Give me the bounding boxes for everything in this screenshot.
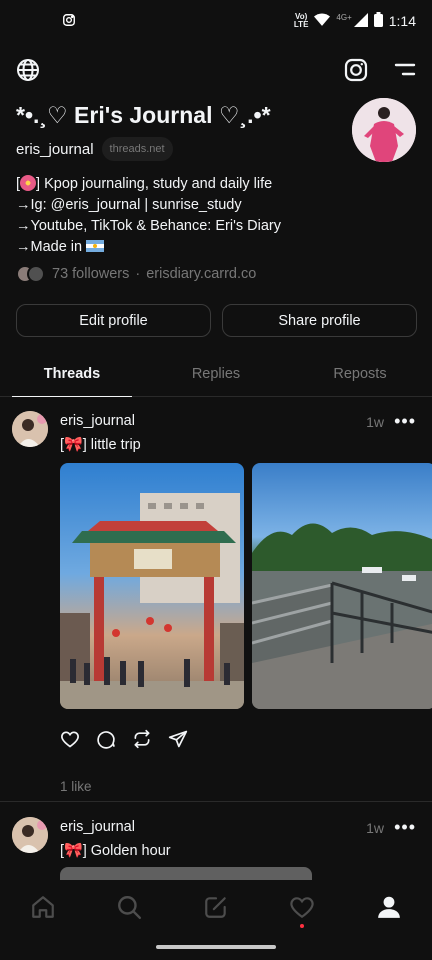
tab-replies[interactable]: Replies <box>144 352 288 396</box>
more-options-button[interactable]: ••• <box>394 817 416 838</box>
compose-icon[interactable] <box>203 894 229 925</box>
instagram-icon[interactable] <box>344 58 368 87</box>
wifi-icon <box>314 13 331 29</box>
follower-avatars[interactable] <box>16 264 46 284</box>
profile-handle: eris_journal <box>16 140 94 158</box>
flower-emoji-icon <box>20 175 37 191</box>
post-photo[interactable] <box>60 867 312 880</box>
network-type: 4G+ <box>336 12 352 22</box>
ribbon-emoji-icon: 🎀 <box>64 842 83 859</box>
volte-indicator: Vo) LTE <box>293 12 309 29</box>
thread-post[interactable]: eris_journal 1w ••• [🎀] Golden hour <box>0 817 432 880</box>
post-author-avatar[interactable] <box>12 411 48 447</box>
menu-icon[interactable] <box>394 62 416 83</box>
repost-icon[interactable] <box>132 729 152 754</box>
post-actions <box>60 729 188 754</box>
post-author[interactable]: eris_journal <box>60 413 135 429</box>
activity-icon[interactable] <box>289 894 315 925</box>
heart-icon[interactable] <box>60 729 80 754</box>
tab-threads[interactable]: Threads <box>0 352 144 397</box>
search-icon[interactable] <box>116 894 142 925</box>
post-photo-chinatown-gate[interactable] <box>60 463 244 709</box>
separator-dot: · <box>135 266 141 282</box>
bio-line-3: →Youtube, TikTok & Behance: Eri's Diary <box>16 218 281 234</box>
battery-icon <box>373 12 383 30</box>
post-time: 1w <box>366 820 384 836</box>
tab-reposts[interactable]: Reposts <box>288 352 432 396</box>
profile-link[interactable]: erisdiary.carrd.co <box>146 266 256 282</box>
ribbon-emoji-icon: 🎀 <box>64 436 83 453</box>
followers-row: 73 followers · erisdiary.carrd.co <box>16 264 256 284</box>
activity-notification-dot <box>300 924 304 928</box>
home-indicator[interactable] <box>156 945 276 949</box>
share-profile-button[interactable]: Share profile <box>222 304 417 337</box>
post-photo-river[interactable] <box>252 463 432 709</box>
signal-icon <box>353 12 368 30</box>
profile-tabs: Threads Replies Reposts <box>0 352 432 397</box>
post-text: [🎀] little trip <box>60 436 141 453</box>
bio-line-1: [] Kpop journaling, study and daily life <box>16 175 273 192</box>
post-divider <box>0 801 432 802</box>
post-text: [🎀] Golden hour <box>60 842 171 859</box>
status-bar: Vo) LTE 4G+ 1:14 <box>0 0 432 40</box>
post-time: 1w <box>366 414 384 430</box>
followers-count[interactable]: 73 followers <box>52 266 129 282</box>
handle-row: eris_journal threads.net <box>16 137 173 161</box>
profile-actions: Edit profile Share profile <box>16 304 417 337</box>
profile-bio: [] Kpop journaling, study and daily life… <box>16 174 281 258</box>
instagram-notification-icon <box>62 13 76 32</box>
top-bar <box>16 56 416 84</box>
post-likes[interactable]: 1 like <box>60 779 92 794</box>
post-author[interactable]: eris_journal <box>60 819 135 835</box>
profile-icon[interactable] <box>376 894 402 925</box>
domain-badge[interactable]: threads.net <box>101 137 173 161</box>
comment-icon[interactable] <box>96 729 116 754</box>
home-icon[interactable] <box>30 894 56 925</box>
profile-avatar[interactable] <box>352 98 416 162</box>
edit-profile-button[interactable]: Edit profile <box>16 304 211 337</box>
more-options-button[interactable]: ••• <box>394 411 416 432</box>
clock: 1:14 <box>388 13 416 29</box>
post-media-carousel[interactable] <box>60 463 432 709</box>
globe-icon[interactable] <box>16 58 40 87</box>
thread-post[interactable]: eris_journal 1w ••• [🎀] little trip 1 li… <box>0 411 432 794</box>
argentina-flag-icon <box>86 240 105 252</box>
bio-line-4: →Made in <box>16 237 281 258</box>
bio-line-2: →Ig: @eris_journal | sunrise_study <box>16 197 242 213</box>
share-icon[interactable] <box>168 729 188 754</box>
post-author-avatar[interactable] <box>12 817 48 853</box>
profile-display-name: *•.¸♡ Eri's Journal ♡¸.•* <box>16 102 271 128</box>
